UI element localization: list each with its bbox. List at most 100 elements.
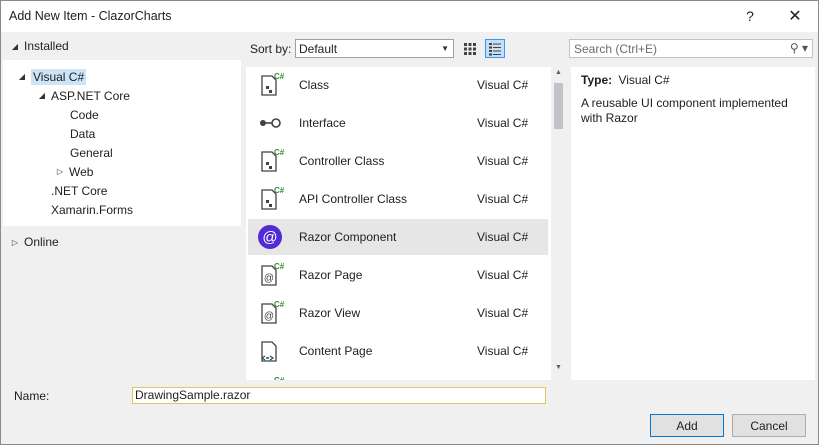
template-row-content-page[interactable]: Content Page Visual C# <box>248 333 548 369</box>
scroll-thumb[interactable] <box>554 83 563 129</box>
search-placeholder: Search (Ctrl+E) <box>574 41 658 56</box>
template-language: Visual C# <box>477 192 529 206</box>
grid-view-icon <box>464 42 476 55</box>
type-key: Type: <box>581 73 613 87</box>
scroll-up-icon[interactable]: ▲ <box>551 69 566 83</box>
svg-text:@: @ <box>264 273 274 284</box>
list-view-icon <box>489 42 501 55</box>
blazor-icon: @ <box>258 225 282 249</box>
tree-item-label: Xamarin.Forms <box>51 202 134 217</box>
type-value: Visual C# <box>618 73 670 87</box>
csharp-class-icon: C# <box>274 376 284 380</box>
template-name: Class <box>299 78 330 92</box>
template-details-pane: Type: Visual C# A reusable UI component … <box>571 67 815 380</box>
search-input[interactable]: Search (Ctrl+E) ⚲ ▾ <box>569 39 813 58</box>
svg-text:@: @ <box>264 311 274 322</box>
installed-label: Installed <box>24 39 69 53</box>
tree-item-label: Visual C# <box>31 68 87 85</box>
template-name: API Controller Class <box>299 192 408 206</box>
help-button[interactable]: ? <box>735 4 765 28</box>
collapsed-triangle-icon: ▷ <box>11 237 19 247</box>
template-row-interface[interactable]: Interface Visual C# <box>248 105 548 141</box>
tree-item-label: Code <box>70 107 99 122</box>
expanded-triangle-icon: ◢ <box>18 72 26 81</box>
template-row-razor-page[interactable]: C# @ Razor Page Visual C# <box>248 257 548 293</box>
tree-item-code[interactable]: Code <box>70 105 99 124</box>
tree-item-visual-csharp[interactable]: ◢ Visual C# <box>16 67 87 86</box>
content-page-icon <box>260 341 277 362</box>
online-section-header[interactable]: ▷ Online <box>1 230 59 254</box>
template-language: Visual C# <box>477 268 529 282</box>
close-button[interactable]: ✕ <box>780 4 810 28</box>
title-bar: Add New Item - ClazorCharts ? ✕ <box>1 1 818 32</box>
tree-item-label: General <box>70 145 113 160</box>
template-name: Razor View <box>299 306 361 320</box>
chevron-down-icon: ▼ <box>441 44 449 53</box>
collapsed-triangle-icon[interactable]: ▷ <box>54 167 66 176</box>
csharp-class-icon: C# <box>261 186 284 210</box>
tree-item-aspnet-core[interactable]: ◢ ASP.NET Core <box>36 86 130 105</box>
template-language: Visual C# <box>477 306 529 320</box>
expanded-triangle-icon: ◢ <box>11 41 19 51</box>
svg-text:C#: C# <box>274 300 284 309</box>
template-row-api-controller-class[interactable]: C# API Controller Class Visual C# <box>248 181 548 217</box>
svg-text:C#: C# <box>274 72 284 81</box>
csharp-class-icon: C# <box>261 72 284 96</box>
tree-item-general[interactable]: General <box>70 143 113 162</box>
small-icons-view-button[interactable] <box>460 39 480 58</box>
template-row-partial: C# <box>248 371 548 380</box>
tree-item-label: Data <box>70 126 96 141</box>
razor-page-icon: C# @ <box>261 300 284 324</box>
template-description: A reusable UI component implemented with… <box>581 96 788 125</box>
list-view-button[interactable] <box>485 39 505 58</box>
window-title: Add New Item - ClazorCharts <box>9 9 172 23</box>
interface-icon <box>260 118 281 128</box>
template-type-line: Type: Visual C# <box>581 73 670 87</box>
category-tree: ◢ Visual C# ◢ ASP.NET Core Code Data Gen… <box>3 60 241 226</box>
tree-item-web[interactable]: ▷ Web <box>54 162 94 181</box>
template-name: Controller Class <box>299 154 385 168</box>
tree-item-label: .NET Core <box>51 183 108 198</box>
tree-item-dotnet-core[interactable]: .NET Core <box>51 181 107 200</box>
sort-by-label: Sort by: <box>250 42 292 56</box>
template-language: Visual C# <box>477 230 529 244</box>
sort-by-value: Default <box>299 41 338 56</box>
search-icon[interactable]: ⚲ ▾ <box>790 41 808 55</box>
name-field[interactable]: DrawingSample.razor <box>132 387 546 404</box>
name-label: Name: <box>14 389 50 403</box>
installed-section-header[interactable]: ◢ Installed <box>1 34 241 58</box>
scroll-down-icon[interactable]: ▼ <box>551 364 566 378</box>
svg-text:C#: C# <box>274 148 284 157</box>
razor-page-icon: C# @ <box>261 262 284 286</box>
cancel-button[interactable]: Cancel <box>732 414 806 437</box>
svg-text:C#: C# <box>274 376 284 380</box>
svg-text:C#: C# <box>274 262 284 271</box>
template-name: Razor Component <box>299 230 397 244</box>
template-name: Interface <box>299 116 346 130</box>
template-name: Content Page <box>299 344 373 358</box>
template-language: Visual C# <box>477 78 529 92</box>
template-row-class[interactable]: C# Class Visual C# <box>248 67 548 103</box>
tree-item-label: ASP.NET Core <box>51 88 130 103</box>
add-new-item-dialog: Add New Item - ClazorCharts ? ✕ ◢ Instal… <box>0 0 819 445</box>
expanded-triangle-icon: ◢ <box>38 91 46 100</box>
template-language: Visual C# <box>477 344 529 358</box>
svg-text:C#: C# <box>274 186 284 195</box>
template-list: C# Class Visual C# Interface Visual C# C… <box>246 67 566 380</box>
tree-item-data[interactable]: Data <box>70 124 95 143</box>
template-row-controller-class[interactable]: C# Controller Class Visual C# <box>248 143 548 179</box>
template-row-razor-component[interactable]: @ Razor Component Visual C# <box>248 219 548 255</box>
template-list-scrollbar[interactable]: ▲ ▼ <box>551 67 566 380</box>
sort-by-dropdown[interactable]: Default ▼ <box>295 39 454 58</box>
tree-item-label: Web <box>69 164 94 179</box>
template-language: Visual C# <box>477 116 529 130</box>
online-label: Online <box>24 235 59 249</box>
template-row-razor-view[interactable]: C# @ Razor View Visual C# <box>248 295 548 331</box>
add-button[interactable]: Add <box>650 414 724 437</box>
tree-item-xamarin-forms[interactable]: Xamarin.Forms <box>51 200 133 219</box>
template-name: Razor Page <box>299 268 363 282</box>
svg-text:@: @ <box>262 229 277 246</box>
template-language: Visual C# <box>477 154 529 168</box>
template-category-pane: ◢ Installed ◢ Visual C# ◢ ASP.NET Core C… <box>1 34 241 380</box>
csharp-class-icon: C# <box>261 148 284 172</box>
